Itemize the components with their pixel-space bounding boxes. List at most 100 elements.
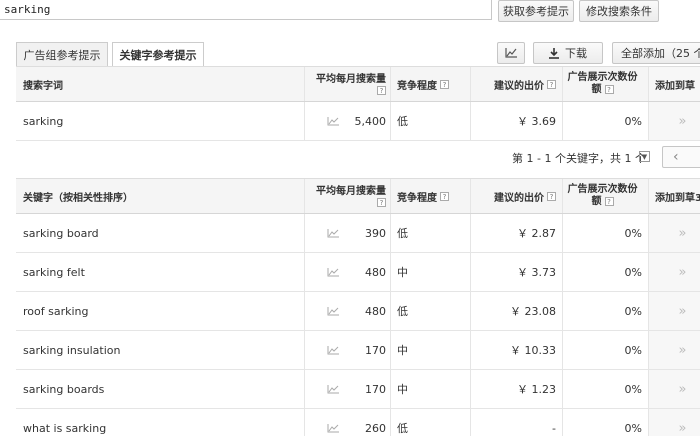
volume-value: 480 [304, 253, 390, 291]
col-competition-label: 竞争程度 [397, 192, 437, 204]
col-share-label-1: 广告展示次数份 [567, 184, 638, 195]
help-icon[interactable]: ? [377, 85, 386, 95]
add-to-plan-button[interactable]: » [648, 214, 700, 252]
col-bid[interactable]: 建议的出价 ? [470, 67, 562, 101]
bid-value: ￥ 10.33 [470, 331, 562, 369]
help-icon[interactable]: ? [604, 85, 614, 94]
keyword-rows: sarking board 390 低 ￥ 2.87 0%» sarking felt 48… [16, 214, 700, 436]
double-chevron-right-icon: » [678, 420, 687, 436]
table-header: 搜索字词 平均每月搜索量 ? 竞争程度 ? 建议的出价 ? 广告展示次数份 额?… [16, 67, 700, 102]
chevron-left-icon: ‹ [673, 149, 679, 165]
volume-value: 480 [304, 292, 390, 330]
volume-value: 5,400 [304, 102, 390, 140]
trend-chart-icon[interactable] [327, 253, 339, 291]
col-competition[interactable]: 竞争程度 ? [390, 67, 470, 101]
col-share-label-2: 额? [592, 196, 614, 208]
col-share-label-2: 额? [592, 84, 614, 96]
double-chevron-right-icon: » [678, 225, 687, 241]
tab-keyword-ideas[interactable]: 关键字参考提示 [112, 42, 204, 67]
table-row: sarking board 390 低 ￥ 2.87 0% » [16, 214, 700, 253]
trend-chart-icon[interactable] [327, 409, 339, 436]
help-icon[interactable]: ? [440, 79, 449, 89]
col-bid-label: 建议的出价 [494, 192, 544, 204]
keyword-text: sarking felt [23, 265, 85, 279]
col-share[interactable]: 广告展示次数份 额? [562, 179, 648, 213]
bid-value: ￥ 3.73 [470, 253, 562, 291]
bid-value: ￥ 1.23 [470, 370, 562, 408]
double-chevron-right-icon: » [678, 342, 687, 358]
volume-value: 260 [304, 409, 390, 436]
trend-chart-icon[interactable] [327, 370, 339, 408]
tab-ad-group-ideas[interactable]: 广告组参考提示 [16, 42, 108, 66]
modify-search-button[interactable]: 修改搜索条件 [579, 0, 659, 22]
add-to-plan-button[interactable]: » [648, 292, 700, 330]
chart-icon [505, 48, 517, 58]
trend-chart-icon[interactable] [327, 331, 339, 369]
competition-value: 中 [390, 331, 470, 369]
competition-value: 中 [390, 370, 470, 408]
help-icon[interactable]: ? [440, 191, 449, 201]
col-add-to-plan: 添加到草 [648, 67, 700, 101]
double-chevron-right-icon: » [678, 381, 687, 397]
col-add-to-plan: 添加到草3 [648, 179, 700, 213]
keyword-text: what is sarking [23, 421, 107, 435]
add-to-plan-button[interactable]: » [648, 102, 700, 140]
bid-value: ￥ 2.87 [470, 214, 562, 252]
table-row: sarking 5,400 低 ￥ 3.69 0% » [16, 102, 700, 141]
competition-value: 低 [390, 409, 470, 436]
add-to-plan-button[interactable]: » [648, 253, 700, 291]
search-input[interactable]: sarking [0, 0, 492, 20]
add-all-button[interactable]: 全部添加（25 个 [612, 42, 700, 64]
add-to-plan-button[interactable]: » [648, 370, 700, 408]
col-share-label-2-text: 额 [591, 196, 602, 207]
help-icon[interactable]: ? [377, 197, 386, 207]
col-share-label-1: 广告展示次数份 [567, 72, 638, 83]
col-keyword[interactable]: 关键字（按相关性排序） [16, 179, 304, 213]
bid-value: ￥ 3.69 [470, 102, 562, 140]
double-chevron-right-icon: » [678, 113, 687, 129]
add-to-plan-button[interactable]: » [648, 331, 700, 369]
download-button[interactable]: 下载 [533, 42, 603, 64]
col-volume[interactable]: 平均每月搜索量 ? [304, 179, 390, 213]
col-share-label-2-text: 额 [591, 84, 602, 95]
download-label: 下载 [565, 47, 587, 60]
get-ideas-button[interactable]: 获取参考提示 [498, 0, 574, 22]
col-share[interactable]: 广告展示次数份 额? [562, 67, 648, 101]
search-term-table: 搜索字词 平均每月搜索量 ? 竞争程度 ? 建议的出价 ? 广告展示次数份 额?… [16, 66, 700, 141]
double-chevron-right-icon: » [678, 303, 687, 319]
trend-chart-icon[interactable] [327, 214, 339, 252]
competition-value: 中 [390, 253, 470, 291]
trend-chart-icon[interactable] [327, 292, 339, 330]
col-bid[interactable]: 建议的出价 ? [470, 179, 562, 213]
keyword-text: sarking boards [23, 382, 105, 396]
trend-chart-icon[interactable] [327, 102, 339, 140]
chevron-down-icon[interactable]: ▼ [639, 151, 650, 162]
competition-value: 低 [390, 214, 470, 252]
col-volume[interactable]: 平均每月搜索量 ? [304, 67, 390, 101]
help-icon[interactable]: ? [547, 79, 556, 89]
share-value: 0% [562, 331, 648, 369]
col-volume-label: 平均每月搜索量 [316, 185, 386, 197]
col-competition[interactable]: 竞争程度 ? [390, 179, 470, 213]
add-to-plan-button[interactable]: » [648, 409, 700, 436]
help-icon[interactable]: ? [604, 197, 614, 206]
chart-toggle-button[interactable] [497, 42, 525, 64]
pagination-text: 第 1 - 1 个关键字，共 1 个 [512, 152, 646, 165]
table-row: sarking felt 480 中 ￥ 3.73 0% » [16, 253, 700, 292]
competition-value: 低 [390, 102, 470, 140]
share-value: 0% [562, 292, 648, 330]
col-search-term[interactable]: 搜索字词 [16, 67, 304, 101]
top-bar: sarking 获取参考提示 修改搜索条件 [0, 0, 700, 24]
double-chevron-right-icon: » [678, 264, 687, 280]
help-icon[interactable]: ? [547, 191, 556, 201]
share-value: 0% [562, 214, 648, 252]
prev-page-button[interactable]: ‹ [662, 146, 700, 168]
tabs-row: 广告组参考提示 关键字参考提示 下载 全部添加（25 个 [0, 40, 700, 67]
table-row: roof sarking 480 低 ￥ 23.08 0% » [16, 292, 700, 331]
share-value: 0% [562, 253, 648, 291]
volume-value: 170 [304, 370, 390, 408]
download-icon [549, 47, 559, 59]
share-value: 0% [562, 102, 648, 140]
table-row: sarking insulation 170 中 ￥ 10.33 0% » [16, 331, 700, 370]
keyword-text: roof sarking [23, 304, 89, 318]
